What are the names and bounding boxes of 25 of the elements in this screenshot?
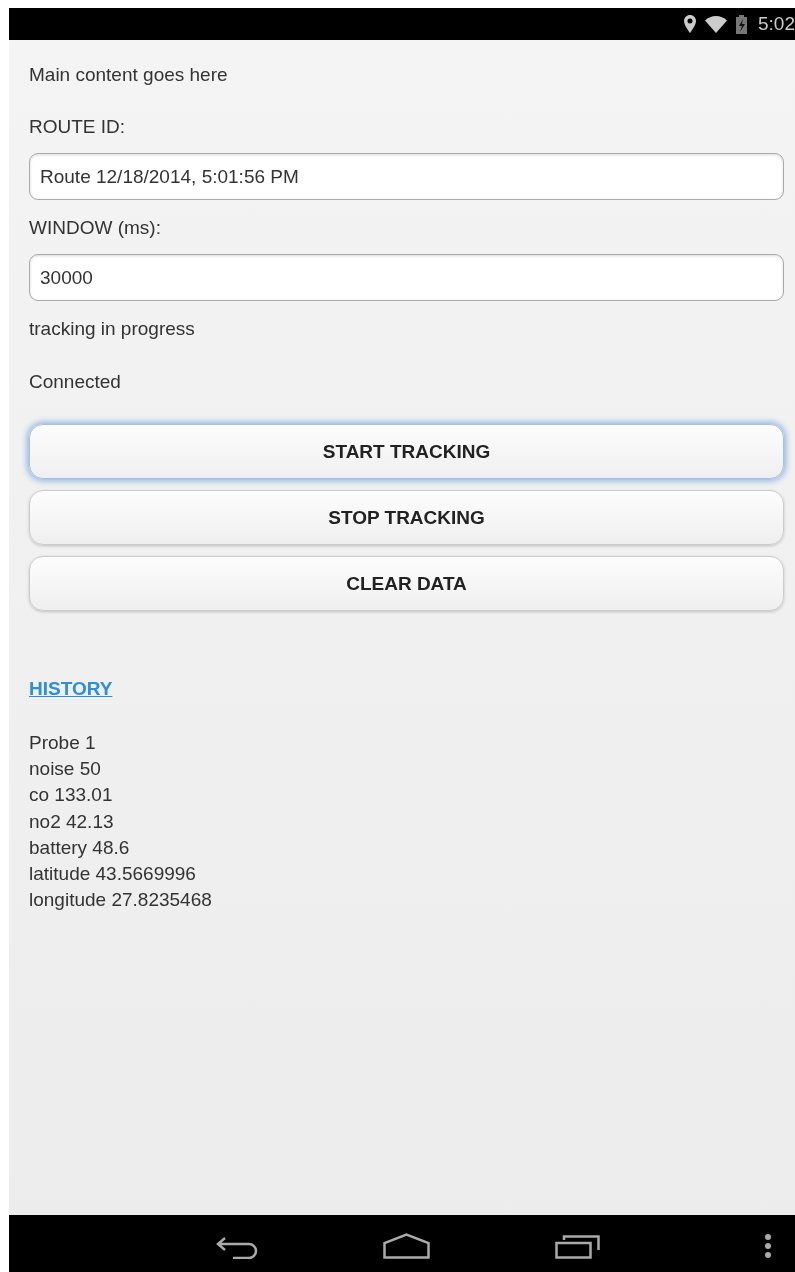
status-text: Connected [29, 371, 122, 393]
location-pin-icon [684, 15, 696, 33]
back-icon[interactable] [215, 1235, 258, 1259]
history-line: battery 48.6 [29, 835, 131, 860]
intro-text: Main content goes here [29, 64, 229, 86]
menu-icon[interactable] [764, 1233, 772, 1259]
battery-charging-icon [736, 14, 747, 34]
input-field[interactable]: 30000 [29, 254, 784, 301]
action-button[interactable]: START TRACKING [29, 424, 784, 479]
history-line: no2 42.13 [29, 809, 115, 834]
history-line: co 133.01 [29, 783, 114, 808]
action-button[interactable]: CLEAR DATA [29, 556, 784, 611]
field-label: ROUTE ID: [29, 116, 127, 138]
status-text: tracking in progress [29, 318, 196, 340]
history-line: longitude 27.8235468 [29, 888, 213, 913]
history-line: latitude 43.5669996 [29, 862, 197, 886]
home-icon[interactable] [383, 1233, 430, 1259]
wifi-icon [705, 15, 727, 33]
history-line: Probe 1 [29, 731, 97, 755]
action-button[interactable]: STOP TRACKING [29, 490, 784, 545]
history-line: noise 50 [29, 757, 102, 782]
field-label: WINDOW (ms): [29, 217, 162, 239]
input-field[interactable]: Route 12/18/2014, 5:01:56 PM [29, 153, 784, 200]
clock-time: 5:02 [758, 13, 795, 35]
recent-apps-icon[interactable] [555, 1235, 600, 1259]
